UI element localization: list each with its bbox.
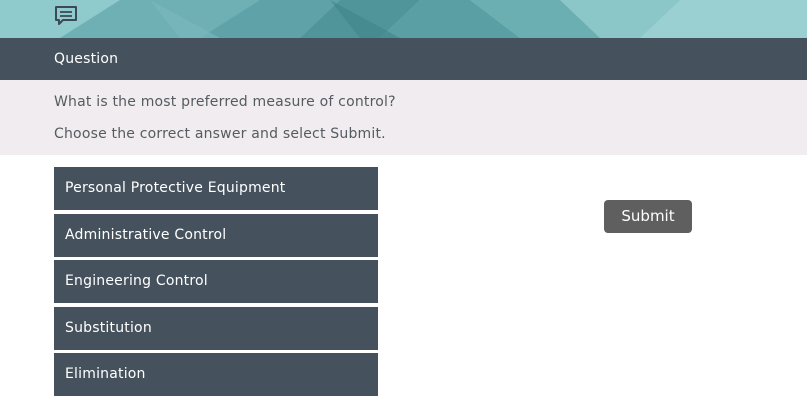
instruction-text: Choose the correct answer and select Sub… [54,126,386,142]
answer-option-elimination[interactable]: Elimination [54,353,378,396]
prompt-panel: What is the most preferred measure of co… [0,80,807,155]
chat-icon [55,6,77,25]
question-text: What is the most preferred measure of co… [54,94,396,110]
question-header-title: Question [54,51,119,67]
answer-option-substitution[interactable]: Substitution [54,306,378,350]
banner-pattern [0,0,807,38]
answer-options: Personal Protective Equipment Administra… [54,167,378,400]
answer-option-ppe[interactable]: Personal Protective Equipment [54,167,378,210]
question-header: Question [0,38,807,80]
answer-option-administrative-control[interactable]: Administrative Control [54,213,378,257]
top-banner [0,0,807,38]
answer-option-engineering-control[interactable]: Engineering Control [54,260,378,303]
submit-button[interactable]: Submit [604,200,692,233]
